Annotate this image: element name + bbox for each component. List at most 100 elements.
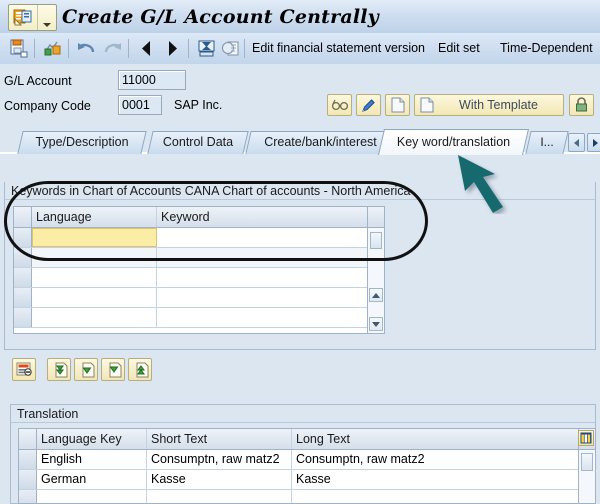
delete-row-button[interactable] <box>12 358 36 381</box>
row-selector[interactable] <box>19 470 37 489</box>
scrollbar-thumb[interactable] <box>581 453 593 471</box>
translation-grid-header: Language Key Short Text Long Text <box>19 429 595 450</box>
table-row[interactable] <box>19 490 595 503</box>
row-selector-header[interactable] <box>19 429 37 449</box>
tab-control-data[interactable]: Control Data <box>147 131 249 154</box>
keywords-grid-header: Language Keyword <box>14 207 384 228</box>
tab-type-description[interactable]: Type/Description <box>17 131 147 154</box>
copy-document-icon[interactable] <box>220 38 242 59</box>
scroll-down-button[interactable] <box>369 317 383 331</box>
with-template-label: With Template <box>459 98 538 112</box>
lock-button[interactable] <box>569 94 594 116</box>
language-cell[interactable] <box>32 288 157 307</box>
long-text-cell[interactable]: Consumptn, raw matz2 <box>292 450 580 469</box>
short-text-cell[interactable]: Consumptn, raw matz2 <box>147 450 292 469</box>
column-config-button[interactable] <box>578 430 594 446</box>
language-key-cell[interactable]: German <box>37 470 147 489</box>
glasses-icon <box>331 99 348 111</box>
save-icon[interactable] <box>8 38 30 59</box>
tab-create-bank-interest[interactable]: Create/bank/interest <box>245 131 396 154</box>
back-arrow-icon[interactable] <box>136 38 158 59</box>
table-row[interactable] <box>14 268 384 288</box>
keyword-cell[interactable] <box>157 308 369 327</box>
keyword-cell[interactable] <box>157 268 369 287</box>
scrollbar-corner <box>368 207 384 228</box>
row-selector[interactable] <box>14 248 32 267</box>
column-header-language[interactable]: Language <box>32 207 157 227</box>
next-page-button[interactable] <box>101 358 125 381</box>
print-icon[interactable] <box>196 38 218 59</box>
scroll-tabs-left-button[interactable] <box>568 133 585 152</box>
long-text-cell[interactable]: Kasse <box>292 470 580 489</box>
column-config-icon <box>580 432 592 444</box>
company-code-input[interactable]: 0001 <box>118 95 162 115</box>
language-key-cell[interactable]: English <box>37 450 147 469</box>
display-changes-button[interactable] <box>327 94 352 116</box>
scroll-up-button[interactable] <box>369 288 383 302</box>
table-row[interactable] <box>14 248 384 268</box>
row-selector-header[interactable] <box>14 207 32 227</box>
translation-panel-title: Translation <box>11 405 595 423</box>
delete-row-icon <box>16 362 32 376</box>
pencil-icon <box>361 98 375 112</box>
long-text-cell[interactable] <box>292 490 580 503</box>
language-cell-active[interactable] <box>32 228 157 247</box>
language-cell[interactable] <box>32 248 157 267</box>
row-selector[interactable] <box>19 490 37 503</box>
language-key-cell[interactable] <box>37 490 147 503</box>
gl-account-label: G/L Account <box>4 74 72 88</box>
first-page-button[interactable] <box>47 358 71 381</box>
tab-label: Control Data <box>162 135 234 149</box>
row-selector[interactable] <box>14 288 32 307</box>
scroll-tabs-right-button[interactable] <box>587 133 600 152</box>
language-cell[interactable] <box>32 268 157 287</box>
redo-icon[interactable] <box>101 38 123 59</box>
check-entries-icon[interactable] <box>42 38 64 59</box>
arrow-down-icon <box>372 321 380 327</box>
row-selector[interactable] <box>14 228 32 247</box>
table-row[interactable] <box>14 288 384 308</box>
column-header-keyword[interactable]: Keyword <box>157 207 369 227</box>
edit-button[interactable] <box>356 94 381 116</box>
row-selector[interactable] <box>14 308 32 327</box>
undo-icon[interactable] <box>76 38 98 59</box>
menu-edit-financial-statement-version[interactable]: Edit financial statement version <box>252 39 425 58</box>
gl-account-input[interactable]: 11000 <box>118 70 186 90</box>
page-up-double-icon <box>55 362 67 377</box>
table-row[interactable] <box>14 308 384 328</box>
system-menu-button[interactable] <box>8 4 57 31</box>
tab-information[interactable]: I... <box>525 131 569 154</box>
keyword-cell[interactable] <box>157 248 369 267</box>
short-text-cell[interactable] <box>147 490 292 503</box>
new-document-button[interactable] <box>385 94 410 116</box>
row-selector[interactable] <box>14 268 32 287</box>
header-fields-area: G/L Account 11000 Company Code 0001 SAP … <box>0 64 600 124</box>
short-text-cell[interactable]: Kasse <box>147 470 292 489</box>
chevron-right-icon <box>593 138 598 147</box>
column-header-long-text[interactable]: Long Text <box>292 429 580 449</box>
menu-time-dependent[interactable]: Time-Dependent <box>500 39 593 58</box>
sap-gui-window: Create G/L Account Centrally Edit financ… <box>0 0 600 504</box>
page-icon <box>391 97 404 113</box>
table-row[interactable] <box>14 228 384 248</box>
page-title: Create G/L Account Centrally <box>62 6 379 28</box>
keyword-cell[interactable] <box>157 228 369 247</box>
chevron-left-icon <box>574 138 579 147</box>
menu-edit-set[interactable]: Edit set <box>438 39 480 58</box>
table-row[interactable]: English Consumptn, raw matz2 Consumptn, … <box>19 450 595 470</box>
previous-page-button[interactable] <box>74 358 98 381</box>
keyword-cell[interactable] <box>157 288 369 307</box>
column-header-language-key[interactable]: Language Key <box>37 429 147 449</box>
with-template-button[interactable]: With Template <box>414 94 564 116</box>
system-menu-dropdown-arrow[interactable] <box>38 5 56 30</box>
language-cell[interactable] <box>32 308 157 327</box>
scrollbar-thumb[interactable] <box>370 232 382 249</box>
forward-arrow-icon[interactable] <box>161 38 183 59</box>
table-row[interactable]: German Kasse Kasse <box>19 470 595 490</box>
last-page-button[interactable] <box>128 358 152 381</box>
keywords-panel-title: Keywords in Chart of Accounts CANA Chart… <box>5 182 595 200</box>
column-header-short-text[interactable]: Short Text <box>147 429 292 449</box>
row-selector[interactable] <box>19 450 37 469</box>
keywords-grid-scrollbar[interactable] <box>367 207 384 333</box>
tab-key-word-translation[interactable]: Key word/translation <box>377 129 530 155</box>
